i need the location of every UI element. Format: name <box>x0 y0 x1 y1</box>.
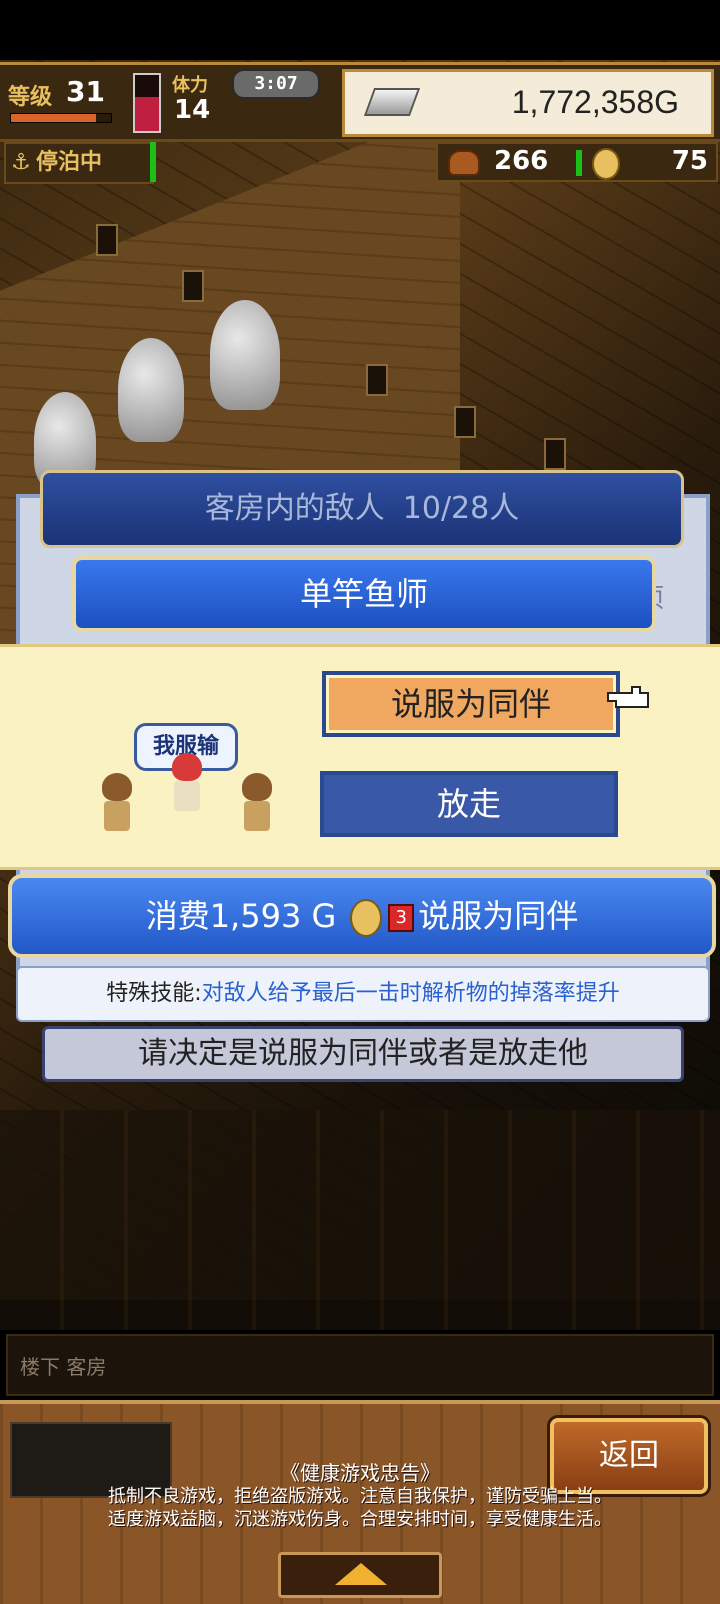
medal-coin-icon <box>592 148 620 180</box>
advisory-line-1: 抵制不良游戏，拒绝盗版游戏。注意自我保护，谨防受骗上当。 <box>108 1486 612 1507</box>
dialog-title: 客房内的敌人 <box>204 491 385 526</box>
up-arrow-icon <box>335 1563 387 1585</box>
expand-menu-button[interactable] <box>278 1552 442 1598</box>
medal-coin-icon <box>350 899 383 937</box>
gold-panel[interactable]: 1,772,358G <box>342 69 714 137</box>
gold-amount: 1,772,358G <box>511 84 679 120</box>
persuade-button[interactable]: 说服为同伴 <box>322 671 620 737</box>
enemy-count: 10/28人 <box>402 491 520 526</box>
persuade-cost-button[interactable]: 消费1,593 G 3 说服为同伴 <box>8 874 716 958</box>
sail-decoration <box>118 338 184 442</box>
silver-bar-icon <box>363 88 421 116</box>
ship-window <box>182 270 204 302</box>
status-indicator <box>150 142 156 182</box>
skill-label: 特殊技能: <box>106 981 202 1006</box>
health-advisory: 《健康游戏忠告》 抵制不良游戏，拒绝盗版游戏。注意自我保护，谨防受骗上当。 适度… <box>0 1462 720 1531</box>
cost-medal-count: 3 <box>388 904 415 932</box>
food-count: 266 <box>494 146 549 176</box>
location-bar: 楼下 客房 <box>6 1334 714 1396</box>
stamina-timer: 3:07 <box>232 69 320 99</box>
choice-panel: 我服输 说服为同伴 放走 <box>0 644 720 870</box>
ship-window <box>366 364 388 396</box>
meat-icon <box>448 150 480 176</box>
ship-window <box>96 224 118 256</box>
ship-window <box>454 406 476 438</box>
medal-count: 75 <box>671 146 708 176</box>
release-button[interactable]: 放走 <box>320 771 618 837</box>
skill-description: 对敌人给予最后一击时解析物的掉落率提升 <box>201 981 620 1006</box>
stamina-label: 体力 <box>172 75 208 96</box>
stamina-gauge <box>133 73 161 133</box>
ship-window <box>544 438 566 470</box>
bottom-panel: 返回 《健康游戏忠告》 抵制不良游戏，拒绝盗版游戏。注意自我保护，谨防受骗上当。… <box>0 1400 720 1604</box>
enemy-name: 单竿鱼师 <box>72 556 656 632</box>
cost-suffix: 说服为同伴 <box>418 897 579 935</box>
stamina-value: 14 <box>174 95 211 125</box>
level-value: 31 <box>66 75 105 108</box>
special-skill-bar: 特殊技能:对敌人给予最后一击时解析物的掉落率提升 <box>16 966 710 1022</box>
resource-panel: 266 75 <box>436 142 718 182</box>
ship-hull <box>0 1110 720 1330</box>
top-status-bar: 等级 31 体力 14 3:07 1,772,358G <box>0 62 720 142</box>
resource-divider <box>576 150 582 176</box>
sail-decoration <box>210 300 280 410</box>
level-label: 等级 <box>8 85 53 110</box>
docked-status: ⚓ 停泊中 <box>4 142 154 184</box>
level-progress-bar <box>10 113 112 123</box>
hand-pointer-icon <box>607 686 649 708</box>
advisory-title: 《健康游戏忠告》 <box>280 1461 440 1485</box>
advisory-line-2: 适度游戏益脑，沉迷游戏伤身。合理安排时间，享受健康生活。 <box>108 1509 612 1530</box>
anchor-icon: ⚓ <box>11 150 31 175</box>
decision-prompt: 请决定是说服为同伴或者是放走他 <box>42 1026 684 1082</box>
cost-prefix: 消费1,593 G <box>145 897 337 935</box>
secondary-status-bar: ⚓ 停泊中 266 75 <box>0 140 720 184</box>
docked-label: 停泊中 <box>36 150 103 175</box>
dialog-title-bar: 客房内的敌人 10/28人 <box>40 470 684 548</box>
crew-character-left <box>94 773 140 837</box>
crew-character-right <box>234 773 280 837</box>
enemy-character <box>164 753 210 817</box>
